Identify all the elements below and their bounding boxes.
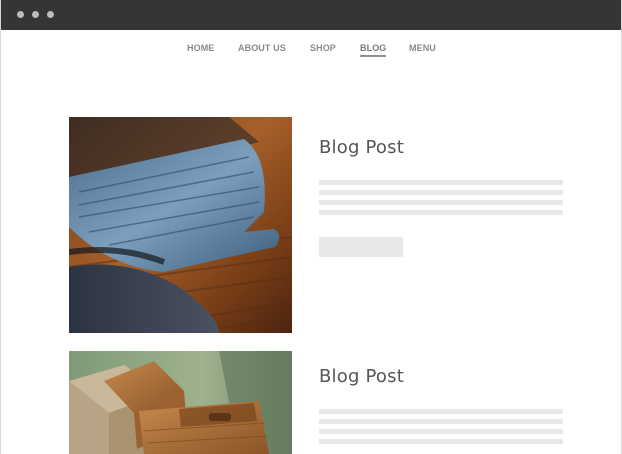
text-placeholder-line [319,200,563,205]
post-image[interactable] [69,117,292,333]
text-placeholder-line [319,429,563,434]
browser-window: HOME ABOUT US SHOP BLOG MENU Blog Post B… [0,0,622,454]
text-placeholder-line [319,190,563,195]
wooden-crates-photo [69,351,292,454]
post-image[interactable] [69,351,292,454]
nav-item-shop[interactable]: SHOP [310,43,336,54]
window-titlebar [1,0,621,30]
text-placeholder-line [319,180,563,185]
text-placeholder-line [319,210,563,215]
post-title[interactable]: Blog Post [319,366,404,387]
window-dot-icon[interactable] [17,11,24,18]
post-title[interactable]: Blog Post [319,137,404,158]
window-dot-icon[interactable] [32,11,39,18]
main-nav: HOME ABOUT US SHOP BLOG MENU [1,43,621,59]
nav-item-blog[interactable]: BLOG [360,43,387,57]
cutting-board-photo [69,117,292,333]
text-placeholder-line [319,419,563,424]
nav-item-about-us[interactable]: ABOUT US [238,43,286,54]
text-placeholder-line [319,409,563,414]
nav-item-home[interactable]: HOME [187,43,214,54]
nav-item-menu[interactable]: MENU [409,43,436,54]
read-more-button[interactable] [319,237,403,257]
text-placeholder-line [319,439,563,444]
window-dot-icon[interactable] [47,11,54,18]
